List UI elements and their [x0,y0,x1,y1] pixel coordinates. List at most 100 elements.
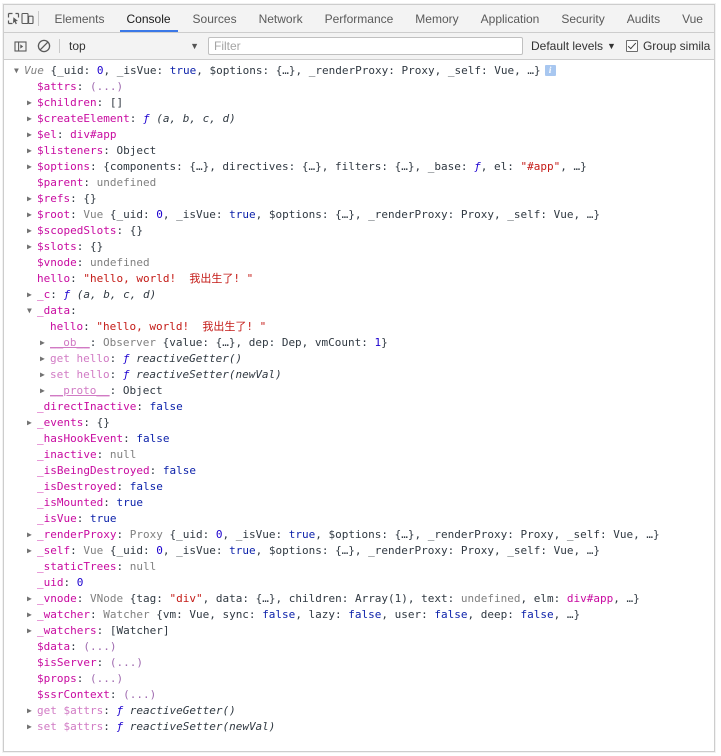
disclosure-triangle-closed-icon[interactable]: ▶ [27,207,37,223]
console-token: : [116,480,130,493]
console-object-row[interactable]: ▶ $scopedSlots: {} [4,223,714,239]
console-token: : [109,368,123,381]
disclosure-triangle-closed-icon[interactable]: ▶ [27,719,37,735]
execution-context-select[interactable]: top ▼ [65,39,205,53]
disclosure-triangle-closed-icon[interactable]: ▶ [27,703,37,719]
tabbar-divider [37,11,39,26]
tab-vue[interactable]: Vue [671,5,714,32]
disclosure-triangle-closed-icon[interactable]: ▶ [27,415,37,431]
console-object-row[interactable]: ▶_staticTrees: null [4,559,714,575]
console-object-row[interactable]: ▶ _events: {} [4,415,714,431]
tab-audits[interactable]: Audits [616,5,671,32]
console-object-row[interactable]: ▶_inactive: null [4,447,714,463]
disclosure-triangle-closed-icon[interactable]: ▶ [27,287,37,303]
console-token: : [70,304,77,317]
console-object-row[interactable]: ▶$attrs: (...) [4,79,714,95]
disclosure-triangle-closed-icon[interactable]: ▶ [27,591,37,607]
disclosure-triangle-closed-icon[interactable]: ▶ [27,527,37,543]
disclosure-triangle-closed-icon[interactable]: ▶ [27,159,37,175]
disclosure-triangle-closed-icon[interactable]: ▶ [27,111,37,127]
console-object-row[interactable]: ▶$ssrContext: (...) [4,687,714,703]
tab-performance[interactable]: Performance [314,5,405,32]
disclosure-triangle-closed-icon[interactable]: ▶ [27,127,37,143]
console-object-row[interactable]: ▶$vnode: undefined [4,255,714,271]
console-object-row[interactable]: ▶_isVue: true [4,511,714,527]
disclosure-triangle-open-icon[interactable]: ▼ [27,303,37,319]
console-token: reactiveGetter() [129,352,243,365]
tab-application[interactable]: Application [470,5,551,32]
console-token: get $attrs [37,704,104,717]
console-filter-input[interactable] [208,37,523,55]
disclosure-triangle-closed-icon[interactable]: ▶ [27,543,37,559]
clear-console-icon[interactable] [32,39,56,53]
disclosure-triangle-closed-icon[interactable]: ▶ [27,223,37,239]
console-token: : [56,128,71,141]
device-toolbar-icon[interactable] [20,5,34,32]
disclosure-triangle-closed-icon[interactable]: ▶ [27,95,37,111]
disclosure-triangle-closed-icon[interactable]: ▶ [27,607,37,623]
tab-console[interactable]: Console [116,5,182,32]
console-object-row[interactable]: ▶ $el: div#app [4,127,714,143]
info-icon[interactable]: i [544,64,556,76]
console-object-row[interactable]: ▶ __ob__: Observer {value: {…}, dep: Dep,… [4,335,714,351]
console-object-row[interactable]: ▶_isMounted: true [4,495,714,511]
console-object-row[interactable]: ▶ _watchers: [Watcher] [4,623,714,639]
console-object-row[interactable]: ▶ get $attrs: ƒ reactiveGetter() [4,703,714,719]
console-object-row[interactable]: ▶ $options: {components: {…}, directives:… [4,159,714,175]
disclosure-triangle-open-icon[interactable]: ▼ [14,63,24,79]
console-object-row[interactable]: ▶ set $attrs: ƒ reactiveSetter(newVal) [4,719,714,735]
console-object-row[interactable]: ▼ Vue {_uid: 0, _isVue: true, $options: {… [4,63,714,79]
console-token: (...) [90,672,124,685]
console-output-area[interactable]: ▼ Vue {_uid: 0, _isVue: true, $options: {… [4,60,714,751]
console-object-row[interactable]: ▶_hasHookEvent: false [4,431,714,447]
console-sidebar-icon[interactable] [8,40,32,53]
disclosure-triangle-closed-icon[interactable]: ▶ [27,239,37,255]
tab-elements[interactable]: Elements [43,5,115,32]
console-object-row[interactable]: ▶ set hello: ƒ reactiveSetter(newVal) [4,367,714,383]
console-token: $ssrContext [37,688,110,701]
disclosure-triangle-closed-icon[interactable]: ▶ [40,367,50,383]
console-object-row[interactable]: ▶$data: (...) [4,639,714,655]
disclosure-triangle-closed-icon[interactable]: ▶ [40,383,50,399]
console-object-row[interactable]: ▶ $refs: {} [4,191,714,207]
console-object-row[interactable]: ▶$parent: undefined [4,175,714,191]
console-object-row[interactable]: ▶ _renderProxy: Proxy {_uid: 0, _isVue: t… [4,527,714,543]
console-object-row[interactable]: ▶hello: "hello, world! 我出生了! " [4,319,714,335]
console-token: : [70,544,84,557]
tab-network[interactable]: Network [248,5,314,32]
console-object-row[interactable]: ▶ get hello: ƒ reactiveGetter() [4,351,714,367]
disclosure-triangle-closed-icon[interactable]: ▶ [40,335,50,351]
console-token: , $options: {…}, _renderProxy: Proxy, _s… [255,544,600,557]
tab-security[interactable]: Security [550,5,615,32]
inspect-element-icon[interactable] [7,5,20,32]
console-object-row[interactable]: ▶_isDestroyed: false [4,479,714,495]
log-levels-dropdown[interactable]: Default levels ▼ [531,39,616,53]
console-object-row[interactable]: ▶$isServer: (...) [4,655,714,671]
console-object-row[interactable]: ▶ $createElement: ƒ (a, b, c, d) [4,111,714,127]
console-object-row[interactable]: ▶ _c: ƒ (a, b, c, d) [4,287,714,303]
console-object-row[interactable]: ▶ $slots: {} [4,239,714,255]
console-token: , _isVue: [103,64,170,77]
tab-memory[interactable]: Memory [404,5,469,32]
console-object-row[interactable]: ▶ _vnode: VNode {tag: "div", data: {…}, c… [4,591,714,607]
console-object-row[interactable]: ▶ $listeners: Object [4,143,714,159]
group-similar-checkbox[interactable] [625,40,638,52]
console-object-row[interactable]: ▶_directInactive: false [4,399,714,415]
disclosure-triangle-closed-icon[interactable]: ▶ [27,191,37,207]
console-object-row[interactable]: ▶_isBeingDestroyed: false [4,463,714,479]
console-object-row[interactable]: ▶ $children: [] [4,95,714,111]
group-similar-toggle[interactable]: Group simila [625,39,710,53]
disclosure-triangle-closed-icon[interactable]: ▶ [27,623,37,639]
console-object-row[interactable]: ▶ _watcher: Watcher {vm: Vue, sync: false… [4,607,714,623]
console-object-row[interactable]: ▶$props: (...) [4,671,714,687]
console-object-row[interactable]: ▶ _self: Vue {_uid: 0, _isVue: true, $opt… [4,543,714,559]
console-object-row[interactable]: ▶ __proto__: Object [4,383,714,399]
console-object-row[interactable]: ▶hello: "hello, world! 我出生了! " [4,271,714,287]
console-object-row[interactable]: ▼ _data: [4,303,714,319]
disclosure-triangle-closed-icon[interactable]: ▶ [40,351,50,367]
console-token: true [90,512,117,525]
console-object-row[interactable]: ▶ $root: Vue {_uid: 0, _isVue: true, $opt… [4,207,714,223]
disclosure-triangle-closed-icon[interactable]: ▶ [27,143,37,159]
tab-sources[interactable]: Sources [182,5,248,32]
console-object-row[interactable]: ▶_uid: 0 [4,575,714,591]
